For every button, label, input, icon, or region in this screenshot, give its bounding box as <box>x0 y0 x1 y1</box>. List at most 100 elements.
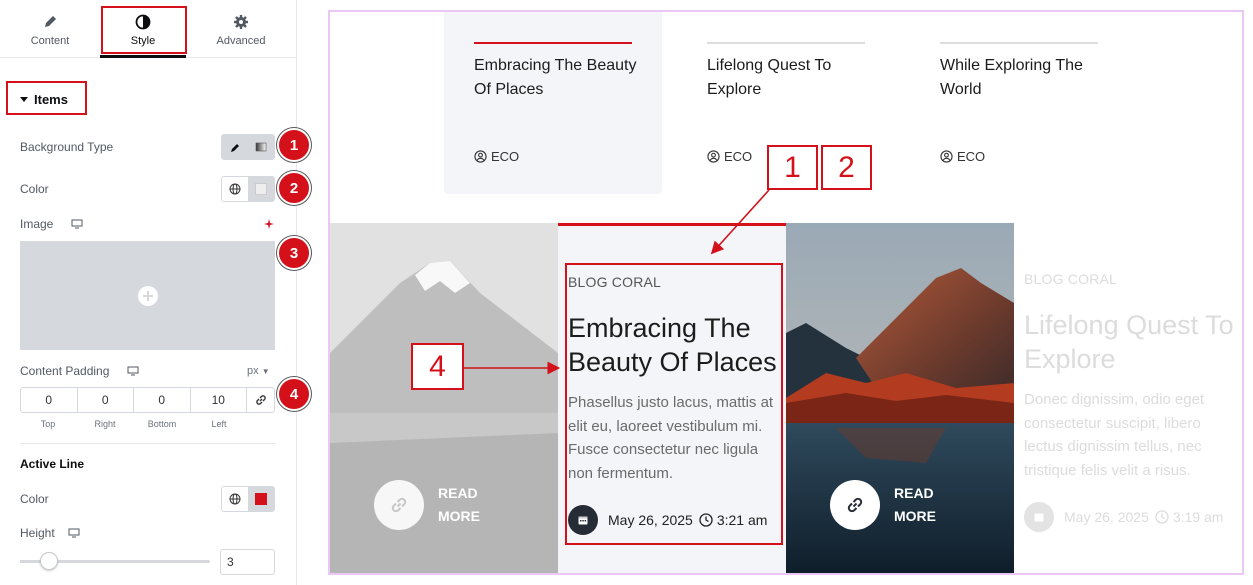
global-color-button[interactable] <box>222 177 248 201</box>
padding-right-input[interactable]: 0 <box>78 388 134 412</box>
background-type-label: Background Type <box>20 140 114 154</box>
user-icon <box>940 150 953 163</box>
gear-icon <box>234 15 248 29</box>
add-image-icon <box>137 285 158 306</box>
active-line-color-control <box>221 486 275 512</box>
swatch-red <box>255 493 267 505</box>
background-type-control <box>221 134 275 160</box>
step-badge-3: 3 <box>277 236 311 270</box>
tab-content[interactable]: Content <box>0 0 100 58</box>
preview-tab-item[interactable]: While Exploring The World ECO <box>910 12 1128 194</box>
link-values-button[interactable] <box>247 388 274 412</box>
gradient-icon <box>255 142 267 152</box>
link-icon <box>255 395 266 405</box>
tab-item-author: ECO <box>940 149 985 164</box>
padding-top-label: Top <box>40 419 56 429</box>
post-time-wrap: 3:19 am <box>1155 509 1224 525</box>
height-number-input[interactable]: 3 <box>220 549 275 575</box>
padding-right-label: Right <box>94 419 116 429</box>
height-label: Height <box>20 526 80 540</box>
color-control <box>221 176 275 202</box>
content-area-highlight <box>565 263 783 545</box>
padding-left-label: Left <box>211 419 227 429</box>
padding-top-input[interactable]: 0 <box>21 388 78 412</box>
screen: Content Style Advanced Items Background … <box>0 0 1253 585</box>
height-text: Height <box>20 526 55 540</box>
post-excerpt: Donec dignissim, odio eget consectetur s… <box>1024 391 1205 479</box>
padding-inputs: 0 0 0 10 <box>20 387 275 413</box>
color-swatch[interactable] <box>248 177 274 201</box>
image-label-text: Image <box>20 217 54 231</box>
post-category[interactable]: BLOG CORAL <box>1024 271 1117 287</box>
author-name: ECO <box>491 149 520 164</box>
editor-panel: Content Style Advanced Items Background … <box>0 0 311 585</box>
padding-bottom-input[interactable]: 0 <box>134 388 191 412</box>
desktop-icon <box>127 366 139 376</box>
classic-bg-button[interactable] <box>222 135 248 159</box>
divider <box>20 443 276 444</box>
read-more-line1: READ <box>894 485 934 501</box>
ai-sparkle-icon[interactable] <box>263 218 275 230</box>
post-date: May 26, 2025 <box>1064 509 1149 525</box>
tab-item-title: Lifelong Quest To Explore <box>707 57 832 98</box>
content-padding-text: Content Padding <box>20 364 110 378</box>
read-more-line1: READ <box>438 485 478 501</box>
annotation-label-4: 4 <box>411 343 464 390</box>
active-line-color-label: Color <box>20 492 49 506</box>
step-badge-4: 4 <box>277 377 311 411</box>
step-badge-1: 1 <box>277 128 311 162</box>
calendar-icon <box>1024 502 1054 532</box>
image-chooser[interactable] <box>20 241 275 350</box>
post-card-inactive[interactable]: BLOG CORAL Lifelong Quest To Explore Don… <box>1014 223 1242 573</box>
brush-icon <box>231 144 239 152</box>
items-highlight <box>6 81 87 115</box>
padding-left-input[interactable]: 10 <box>191 388 247 412</box>
global-color-button[interactable] <box>222 487 248 511</box>
preview-tab-item[interactable]: Embracing The Beauty Of Places ECO <box>444 12 662 194</box>
desktop-icon <box>68 528 80 538</box>
globe-icon <box>229 493 241 505</box>
link-icon <box>374 480 424 530</box>
unit-value: px <box>247 365 259 377</box>
pencil-icon <box>45 16 56 27</box>
swatch-empty <box>255 183 267 195</box>
read-more-link[interactable]: READ MORE <box>830 480 936 530</box>
active-tab-indicator <box>100 55 186 58</box>
globe-icon <box>229 183 241 195</box>
tab-item-title: Embracing The Beauty Of Places <box>474 57 637 98</box>
active-line-color-swatch[interactable] <box>248 487 274 511</box>
tab-advanced[interactable]: Advanced <box>186 0 296 58</box>
inactive-line <box>707 42 865 44</box>
tab-item-title: While Exploring The World <box>940 57 1083 98</box>
tab-item-author: ECO <box>474 149 519 164</box>
post-card-image: READ MORE <box>330 223 558 573</box>
annotation-label-1: 1 <box>767 145 818 190</box>
author-name: ECO <box>957 149 986 164</box>
post-card-image: READ MORE <box>786 223 1014 573</box>
post-time: 3:19 am <box>1172 509 1224 525</box>
user-icon <box>707 150 720 163</box>
post-title[interactable]: Lifelong Quest To Explore <box>1024 308 1239 376</box>
image-label: Image <box>20 217 83 231</box>
widget-preview: Embracing The Beauty Of Places ECO Lifel… <box>328 10 1244 575</box>
annotation-label-2: 2 <box>821 145 872 190</box>
tab-advanced-label: Advanced <box>216 35 266 47</box>
read-more-link[interactable]: READ MORE <box>374 480 480 530</box>
link-icon <box>830 480 880 530</box>
read-more-text: READ MORE <box>438 482 480 528</box>
height-slider-handle[interactable] <box>39 552 58 570</box>
step-badge-2: 2 <box>277 171 311 205</box>
user-icon <box>474 150 487 163</box>
gradient-bg-button[interactable] <box>248 135 274 159</box>
read-more-line2: MORE <box>438 508 480 524</box>
active-line <box>474 42 632 44</box>
padding-bottom-label: Bottom <box>147 419 177 429</box>
tab-content-label: Content <box>30 35 70 47</box>
chevron-down-icon: ▼ <box>261 367 270 376</box>
author-name: ECO <box>724 149 753 164</box>
unit-select[interactable]: px ▼ <box>247 365 270 377</box>
style-tab-highlight <box>101 6 187 54</box>
desktop-icon <box>71 219 83 229</box>
read-more-text: READ MORE <box>894 482 936 528</box>
tab-item-author: ECO <box>707 149 752 164</box>
